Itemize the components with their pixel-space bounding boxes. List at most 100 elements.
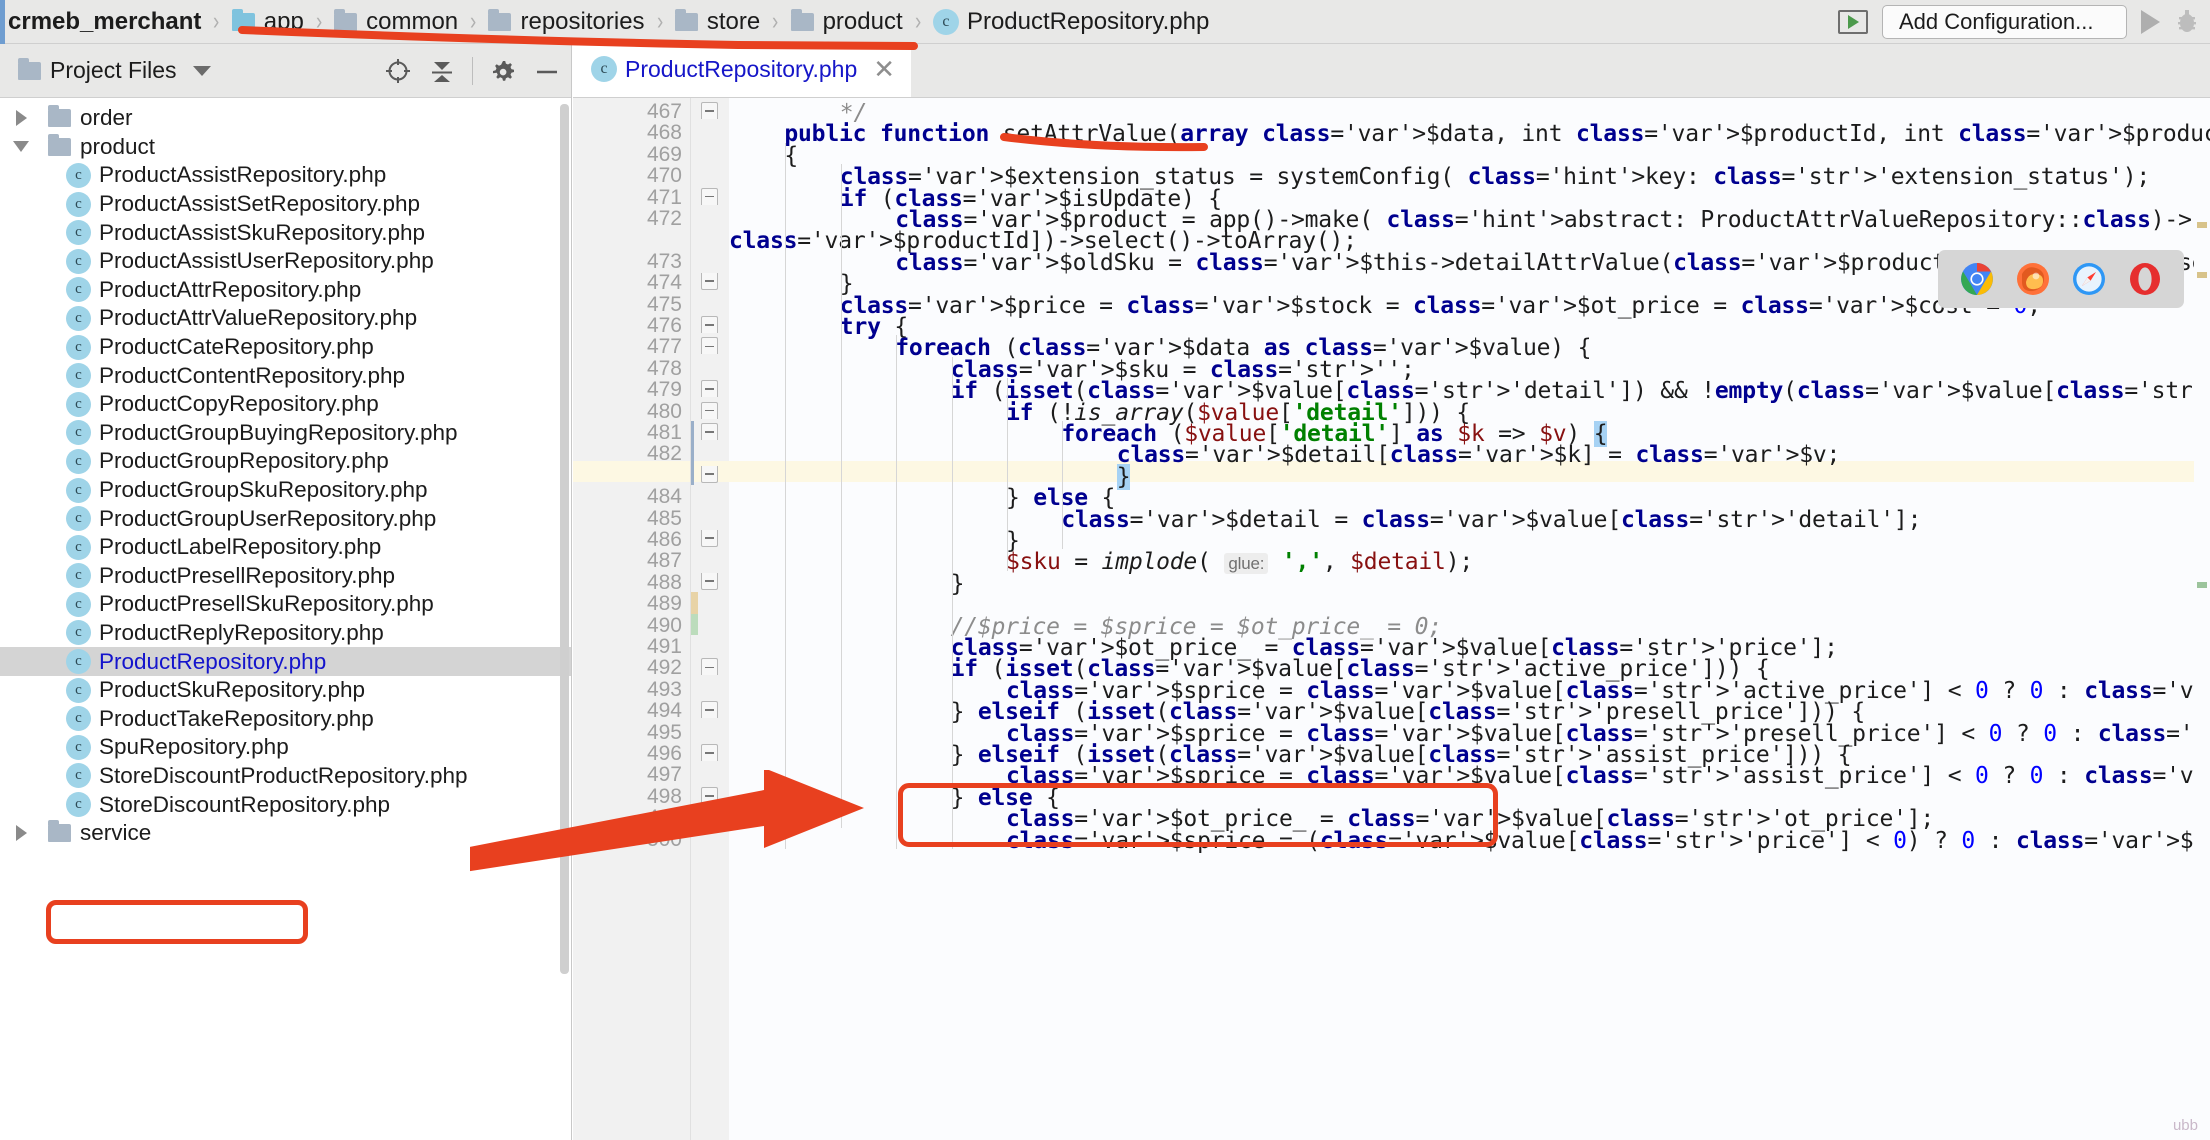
tree-file-item[interactable]: c ProductGroupUserRepository.php bbox=[0, 504, 571, 533]
tree-item-label: ProductAssistRepository.php bbox=[99, 162, 387, 188]
fold-collapse-icon[interactable] bbox=[701, 337, 718, 355]
code-line[interactable]: foreach (class='var'>$data as class='var… bbox=[729, 335, 2210, 361]
code-line[interactable]: */ bbox=[729, 100, 2210, 126]
breadcrumb-item-common[interactable]: common bbox=[332, 0, 460, 44]
safari-icon[interactable] bbox=[2072, 262, 2106, 296]
breadcrumb-item-file[interactable]: c ProductRepository.php bbox=[931, 0, 1211, 44]
code-line[interactable]: if (class='var'>$isUpdate) { bbox=[729, 186, 2210, 212]
tree-file-item[interactable]: c ProductLabelRepository.php bbox=[0, 533, 571, 562]
tree-item-label: ProductGroupSkuRepository.php bbox=[99, 477, 428, 503]
fold-collapse-icon[interactable] bbox=[701, 423, 718, 440]
line-number: 500 bbox=[646, 827, 682, 851]
opera-icon[interactable] bbox=[2128, 262, 2162, 296]
tree-file-item[interactable]: c SpuRepository.php bbox=[0, 733, 571, 762]
fold-collapse-icon[interactable] bbox=[701, 316, 718, 333]
fold-collapse-icon[interactable] bbox=[701, 102, 718, 119]
error-stripe-scrollbar[interactable] bbox=[2194, 152, 2210, 1140]
tree-file-item[interactable]: c ProductGroupBuyingRepository.php bbox=[0, 419, 571, 448]
php-class-icon: c bbox=[66, 792, 91, 818]
tree-file-item[interactable]: c ProductAssistSetRepository.php bbox=[0, 190, 571, 219]
fold-collapse-icon[interactable] bbox=[701, 380, 718, 398]
fold-expand-icon[interactable] bbox=[701, 465, 718, 483]
scroll-from-source-icon[interactable] bbox=[384, 57, 412, 85]
debug-bug-icon[interactable] bbox=[2174, 8, 2200, 36]
fold-collapse-icon[interactable] bbox=[701, 187, 718, 205]
collapse-all-icon[interactable] bbox=[428, 57, 456, 85]
tree-folder-service[interactable]: service bbox=[0, 819, 571, 848]
error-stripe-mark[interactable] bbox=[2197, 272, 2207, 278]
tree-file-item[interactable]: c ProductGroupRepository.php bbox=[0, 447, 571, 476]
fold-collapse-icon[interactable] bbox=[701, 401, 718, 419]
run-configuration-icon[interactable] bbox=[1838, 9, 1868, 34]
breadcrumb-item-app[interactable]: app bbox=[230, 0, 306, 44]
line-number-gutter: 467 468 469 470 471 472 473 474 475 476 477 478 479 4… bbox=[573, 98, 691, 1140]
code-line[interactable]: try { bbox=[729, 314, 2210, 340]
breadcrumb-item-product[interactable]: product bbox=[789, 0, 905, 44]
browser-preview-popup[interactable] bbox=[1938, 250, 2184, 308]
fold-collapse-icon[interactable] bbox=[701, 701, 718, 719]
error-stripe-mark[interactable] bbox=[2197, 582, 2207, 588]
breadcrumb-item-project[interactable]: crmeb_merchant bbox=[6, 0, 203, 44]
chrome-icon[interactable] bbox=[1960, 262, 1994, 296]
tree-file-item[interactable]: c ProductCopyRepository.php bbox=[0, 390, 571, 419]
code-folding-gutter[interactable] bbox=[691, 98, 729, 1140]
tree-file-item[interactable]: c ProductPresellSkuRepository.php bbox=[0, 590, 571, 619]
add-configuration-button[interactable]: Add Configuration... bbox=[1882, 4, 2127, 39]
tree-file-item[interactable]: c ProductAttrRepository.php bbox=[0, 276, 571, 305]
tree-file-item[interactable]: c StoreDiscountProductRepository.php bbox=[0, 762, 571, 791]
code-editor[interactable]: 467 468 469 470 471 472 473 474 475 476 477 478 479 4… bbox=[573, 98, 2210, 1140]
code-line[interactable]: class='var'>$product = app()->make( clas… bbox=[729, 207, 2210, 233]
sidebar-scrollbar[interactable] bbox=[560, 104, 569, 974]
fold-collapse-icon[interactable] bbox=[701, 786, 718, 804]
tree-file-item[interactable]: c ProductPresellRepository.php bbox=[0, 562, 571, 591]
chevron-right-icon[interactable] bbox=[8, 820, 34, 846]
chevron-down-icon[interactable] bbox=[8, 134, 34, 160]
line-number: 490 bbox=[646, 613, 682, 637]
firefox-icon[interactable] bbox=[2016, 262, 2050, 296]
close-icon[interactable]: ✕ bbox=[873, 56, 895, 82]
hide-panel-icon[interactable] bbox=[533, 57, 561, 85]
current-line-highlight bbox=[573, 460, 690, 483]
folder-icon bbox=[48, 105, 71, 128]
tree-file-item[interactable]: c ProductAssistSkuRepository.php bbox=[0, 218, 571, 247]
code-line[interactable]: { bbox=[729, 143, 2210, 169]
fold-expand-icon[interactable] bbox=[701, 273, 718, 291]
tree-file-item[interactable]: c ProductSkuRepository.php bbox=[0, 676, 571, 705]
tree-file-item[interactable]: c ProductContentRepository.php bbox=[0, 361, 571, 390]
breadcrumb-item-repositories[interactable]: repositories bbox=[486, 0, 646, 44]
fold-expand-icon[interactable] bbox=[701, 572, 718, 590]
breadcrumb-label: app bbox=[263, 7, 304, 35]
error-stripe-mark[interactable] bbox=[2197, 222, 2207, 228]
chevron-down-icon[interactable] bbox=[192, 65, 211, 76]
line-number: 494 bbox=[646, 699, 682, 723]
tree-file-item[interactable]: c ProductAttrValueRepository.php bbox=[0, 304, 571, 333]
code-line-continuation[interactable]: class='var'>$productId])->select()->toAr… bbox=[729, 228, 2210, 254]
tree-folder-product[interactable]: product bbox=[0, 133, 571, 162]
folder-icon bbox=[48, 133, 71, 156]
fold-expand-icon[interactable] bbox=[701, 530, 718, 547]
code-line[interactable]: class='var'>$extension_status = systemCo… bbox=[729, 164, 2210, 190]
tree-file-item[interactable]: c ProductTakeRepository.php bbox=[0, 704, 571, 733]
tree-file-item[interactable]: c ProductGroupSkuRepository.php bbox=[0, 476, 571, 505]
fold-collapse-icon[interactable] bbox=[701, 744, 718, 761]
tree-file-item[interactable]: c StoreDiscountRepository.php bbox=[0, 790, 571, 819]
php-class-icon: c bbox=[66, 706, 91, 732]
tree-folder-order[interactable]: order bbox=[0, 104, 571, 133]
breadcrumb-item-store[interactable]: store bbox=[673, 0, 762, 44]
line-number: 468 bbox=[646, 121, 682, 145]
tree-file-item[interactable]: c ProductReplyRepository.php bbox=[0, 619, 571, 648]
tree-file-item[interactable]: c ProductAssistRepository.php bbox=[0, 161, 571, 190]
tree-item-label: ProductAttrRepository.php bbox=[99, 276, 362, 302]
tree-item-label: ProductGroupRepository.php bbox=[99, 448, 389, 474]
chevron-right-icon[interactable] bbox=[8, 105, 34, 131]
line-number: 484 bbox=[646, 485, 682, 509]
fold-collapse-icon[interactable] bbox=[701, 658, 718, 676]
settings-gear-icon[interactable] bbox=[489, 57, 517, 85]
tree-file-item[interactable]: c ProductRepository.php bbox=[0, 647, 571, 676]
tab-productrepository[interactable]: c ProductRepository.php ✕ bbox=[573, 44, 912, 97]
tree-file-item[interactable]: c ProductCateRepository.php bbox=[0, 333, 571, 362]
tree-file-item[interactable]: c ProductAssistUserRepository.php bbox=[0, 247, 571, 276]
file-tree[interactable]: order product c ProductAssistRepository.php… bbox=[0, 98, 571, 1140]
run-play-icon[interactable] bbox=[2141, 9, 2160, 34]
code-line[interactable]: public function setAttrValue(array class… bbox=[729, 121, 2210, 147]
